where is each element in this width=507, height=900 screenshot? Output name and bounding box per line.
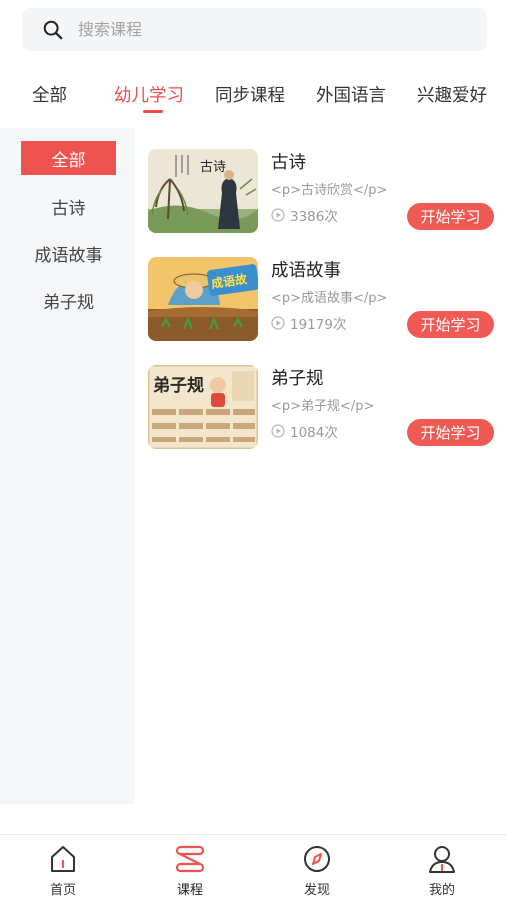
bottom-navigation: 首页 课程 发现 我的 xyxy=(0,834,507,900)
subcategory-sidebar: 全部 古诗 成语故事 弟子规 xyxy=(0,128,135,804)
course-thumbnail: 弟子规 xyxy=(148,365,258,449)
course-thumbnail: 古诗 xyxy=(148,149,258,233)
course-view-count: 1084次 xyxy=(271,421,338,441)
tab-kids-learning[interactable]: 幼儿学习 xyxy=(114,82,184,107)
view-count-text: 19179次 xyxy=(290,317,347,333)
course-card[interactable]: 古诗 古诗 <p>古诗欣赏</p> 3386次 开始学习 xyxy=(148,149,498,237)
home-icon xyxy=(51,846,75,872)
view-count-text: 3386次 xyxy=(290,209,338,225)
nav-label: 课程 xyxy=(176,883,203,898)
course-thumbnail: 成语故 xyxy=(148,257,258,341)
search-input[interactable] xyxy=(78,20,438,39)
play-count-icon xyxy=(271,424,285,438)
course-description: <p>成语故事</p> xyxy=(271,291,388,306)
search-bar[interactable] xyxy=(22,8,487,51)
thumbnail-title-text: 古诗 xyxy=(200,160,226,175)
sidebar-item-poems[interactable]: 古诗 xyxy=(21,189,116,223)
sidebar-item-all[interactable]: 全部 xyxy=(21,141,116,175)
nav-discover[interactable]: 发现 xyxy=(282,841,352,898)
play-count-icon xyxy=(271,208,285,222)
user-icon xyxy=(429,846,455,873)
search-icon xyxy=(43,20,63,39)
start-learning-button[interactable]: 开始学习 xyxy=(407,203,494,230)
play-count-icon xyxy=(271,316,285,330)
nav-label: 我的 xyxy=(428,883,455,898)
course-card[interactable]: 成语故 成语故事 <p>成语故事</p> 19179次 开始学习 xyxy=(148,257,498,345)
start-learning-button[interactable]: 开始学习 xyxy=(407,311,494,338)
start-learning-button[interactable]: 开始学习 xyxy=(407,419,494,446)
course-title: 成语故事 xyxy=(271,261,341,281)
courses-icon xyxy=(175,845,205,873)
compass-icon xyxy=(304,846,330,872)
active-tab-indicator xyxy=(143,110,163,113)
course-title: 古诗 xyxy=(271,153,306,173)
sidebar-item-dizigui[interactable]: 弟子规 xyxy=(21,283,116,317)
nav-label: 发现 xyxy=(303,883,330,898)
category-tabs: 全部 幼儿学习 同步课程 外国语言 兴趣爱好 xyxy=(0,68,507,122)
course-view-count: 19179次 xyxy=(271,313,346,333)
nav-home[interactable]: 首页 xyxy=(28,841,98,898)
course-view-count: 3386次 xyxy=(271,205,338,225)
course-description: <p>弟子规</p> xyxy=(271,399,375,414)
sidebar-item-idiom-stories[interactable]: 成语故事 xyxy=(21,236,116,270)
course-card[interactable]: 弟子规 弟子规 <p>弟子规</p> 1084次 开始学习 xyxy=(148,365,498,453)
tab-foreign-languages[interactable]: 外国语言 xyxy=(316,82,386,107)
nav-courses[interactable]: 课程 xyxy=(155,841,225,898)
nav-label: 首页 xyxy=(49,883,76,898)
tab-all[interactable]: 全部 xyxy=(32,82,67,107)
tab-sync-courses[interactable]: 同步课程 xyxy=(215,82,285,107)
tab-hobbies[interactable]: 兴趣爱好 xyxy=(417,82,487,107)
thumbnail-title-text: 弟子规 xyxy=(153,375,204,396)
nav-profile[interactable]: 我的 xyxy=(407,841,477,898)
course-description: <p>古诗欣赏</p> xyxy=(271,183,388,198)
course-title: 弟子规 xyxy=(271,369,324,389)
view-count-text: 1084次 xyxy=(290,425,338,441)
